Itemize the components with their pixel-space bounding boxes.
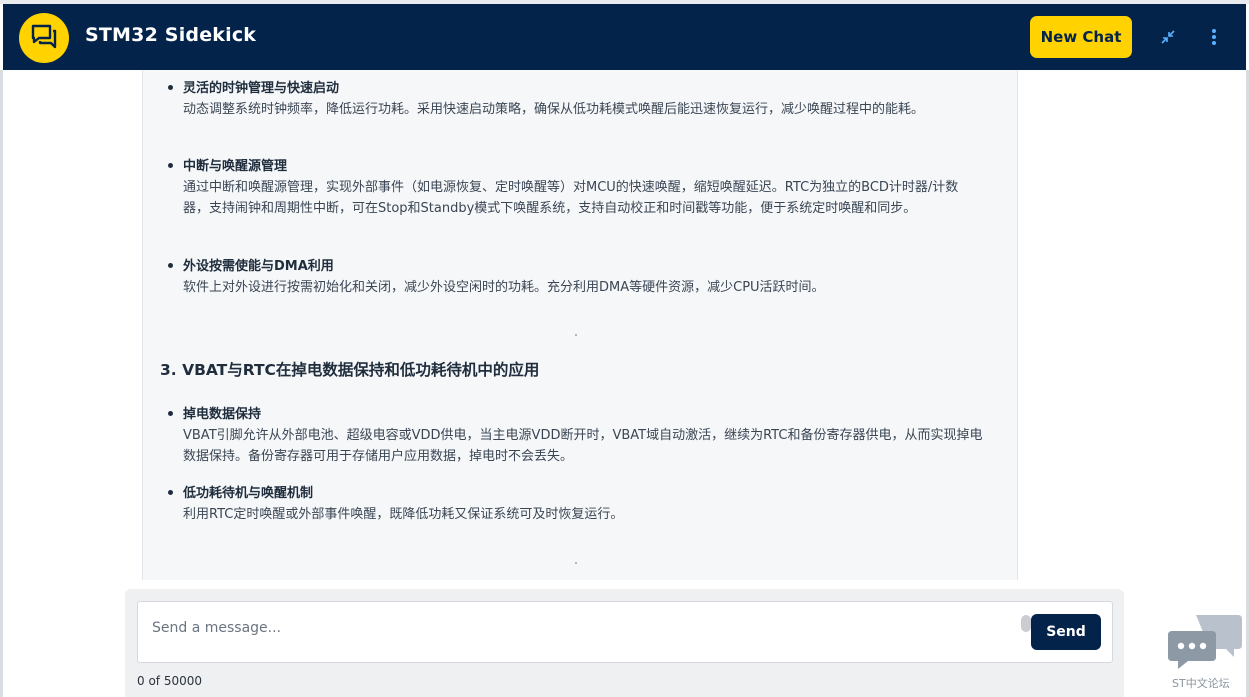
- list-item-body: 动态调整系统时钟频率，降低运行功耗。采用快速启动策略，确保从低功耗模式唤醒后能迅…: [183, 102, 925, 117]
- character-counter: 0 of 50000: [137, 674, 203, 688]
- list-item: 灵活的时钟管理与快速启动 动态调整系统时钟频率，降低运行功耗。采用快速启动策略，…: [168, 78, 983, 120]
- collapse-icon[interactable]: [1157, 26, 1179, 48]
- app-title: STM32 Sidekick: [85, 24, 257, 46]
- bullet-dot: [168, 411, 173, 416]
- list-item-body: VBAT引脚允许从外部电池、超级电容或VDD供电，当主电源VDD断开时，VBAT…: [183, 428, 983, 464]
- bullet-dot: [168, 263, 173, 268]
- composer-box: Send: [137, 601, 1113, 663]
- list-item-title: 掉电数据保持: [183, 407, 262, 422]
- separator-dot: [575, 334, 577, 336]
- list-item-body: 通过中断和唤醒源管理，实现外部事件（如电源恢复、定时唤醒等）对MCU的快速唤醒，…: [183, 180, 959, 216]
- forum-badge-label: ST中文论坛: [1172, 677, 1230, 690]
- app-header: STM32 Sidekick New Chat: [3, 4, 1246, 70]
- window-left-edge: [0, 70, 3, 697]
- list-item: 低功耗待机与唤醒机制 利用RTC定时唤醒或外部事件唤醒，既降低功耗又保证系统可及…: [168, 483, 983, 525]
- forum-badge[interactable]: ST中文论坛: [1166, 611, 1246, 697]
- list-item-body: 软件上对外设进行按需初始化和关闭，减少外设空闲时的功耗。充分利用DMA等硬件资源…: [183, 280, 825, 295]
- app-logo: [19, 13, 69, 63]
- list-item-title: 低功耗待机与唤醒机制: [183, 486, 314, 501]
- input-scroll-handle[interactable]: [1021, 615, 1031, 632]
- bullet-dot: [168, 85, 173, 90]
- chat-bubbles-icon: [30, 23, 58, 53]
- more-vertical-icon[interactable]: [1203, 26, 1225, 48]
- send-button[interactable]: Send: [1031, 614, 1101, 650]
- list-item: 掉电数据保持 VBAT引脚允许从外部电池、超级电容或VDD供电，当主电源VDD断…: [168, 404, 983, 467]
- list-item: 中断与唤醒源管理 通过中断和唤醒源管理，实现外部事件（如电源恢复、定时唤醒等）对…: [168, 156, 983, 219]
- bullet-dot: [168, 490, 173, 495]
- list-item-title: 中断与唤醒源管理: [183, 159, 288, 174]
- list-item-title: 外设按需使能与DMA利用: [183, 259, 334, 274]
- chat-message-panel: 灵活的时钟管理与快速启动 动态调整系统时钟频率，降低运行功耗。采用快速启动策略，…: [142, 70, 1018, 580]
- message-input[interactable]: [150, 614, 1014, 642]
- bullet-dot: [168, 163, 173, 168]
- list-item-body: 利用RTC定时唤醒或外部事件唤醒，既降低功耗又保证系统可及时恢复运行。: [183, 507, 624, 522]
- new-chat-button[interactable]: New Chat: [1030, 16, 1132, 58]
- list-item-title: 灵活的时钟管理与快速启动: [183, 81, 340, 96]
- section-heading: 3. VBAT与RTC在掉电数据保持和低功耗待机中的应用: [160, 361, 540, 379]
- message-composer: Send 0 of 50000: [125, 589, 1124, 697]
- list-item: 外设按需使能与DMA利用 软件上对外设进行按需初始化和关闭，减少外设空闲时的功耗…: [168, 256, 983, 298]
- separator-dot: [575, 562, 577, 564]
